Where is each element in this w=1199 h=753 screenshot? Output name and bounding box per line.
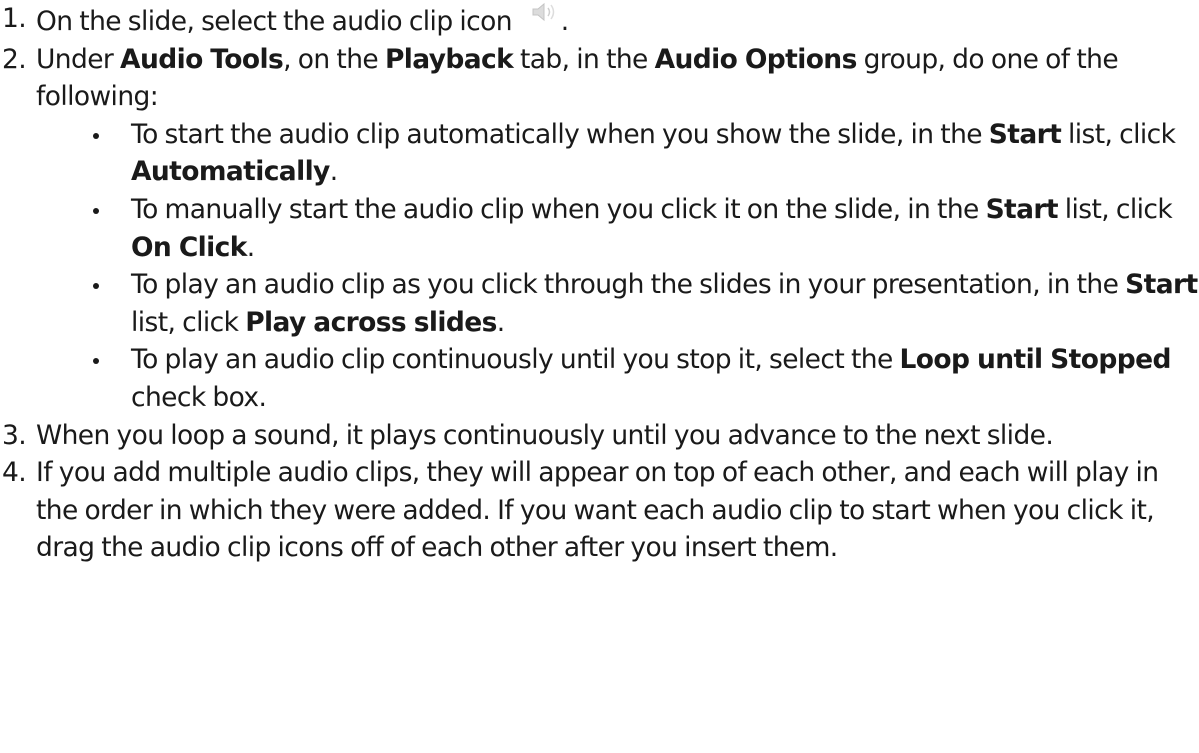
bullet-icon [93,132,99,139]
step-text-end: . [560,6,569,37]
step-text: , on the [283,43,385,75]
step-3: 3. When you loop a sound, it plays conti… [0,417,1199,455]
option-item: To play an audio clip as you click throu… [90,266,1199,341]
option-text: . [329,156,338,188]
option-item: To start the audio clip automatically wh… [90,116,1199,191]
ui-term-start: Start [1125,269,1198,301]
option-text: check box. [131,381,267,413]
option-text: list, click [1061,118,1176,150]
bullet-icon [93,358,99,365]
instructions-document: 1. On the slide, select the audio clip i… [0,0,1199,567]
step-number: 1. [2,3,27,34]
options-list: To start the audio clip automatically wh… [36,116,1199,417]
ui-term-play-across-slides: Play across slides [245,306,497,338]
step-4: 4. If you add multiple audio clips, they… [0,454,1199,567]
step-number: 4. [2,457,27,489]
option-text: To play an audio clip as you click throu… [131,269,1126,301]
option-text: To play an audio clip continuously until… [131,344,900,376]
speaker-icon [529,0,561,24]
ui-term-automatically: Automatically [131,156,330,188]
step-2: 2. Under Audio Tools, on the Playback ta… [0,41,1199,417]
option-text: . [246,231,255,263]
step-text: If you add multiple audio clips, they wi… [36,457,1159,564]
ui-term-audio-options: Audio Options [654,43,858,75]
option-text: . [496,306,505,338]
option-text: To manually start the audio clip when yo… [131,193,986,225]
option-text: list, click [131,306,246,338]
ui-term-loop-until-stopped: Loop until Stopped [899,344,1171,376]
bullet-icon [93,283,99,290]
step-text: When you loop a sound, it plays continuo… [36,419,1054,451]
step-text: On the slide, select the audio clip icon [36,6,519,37]
step-text: Under [36,43,121,75]
ui-term-playback: Playback [384,43,514,75]
option-item: To play an audio clip continuously until… [90,341,1199,416]
step-text: tab, in the [513,43,655,75]
bullet-icon [93,207,99,214]
step-1: 1. On the slide, select the audio clip i… [0,0,1199,41]
step-number: 3. [2,419,27,451]
ui-term-audio-tools: Audio Tools [120,43,284,75]
option-item: To manually start the audio clip when yo… [90,191,1199,266]
option-text: To start the audio clip automatically wh… [131,118,989,150]
ui-term-start: Start [988,118,1062,150]
ui-term-on-click: On Click [131,231,247,263]
ui-term-start: Start [985,193,1059,225]
steps-list: 1. On the slide, select the audio clip i… [0,0,1199,567]
option-text: list, click [1057,193,1173,225]
step-number: 2. [2,43,27,75]
